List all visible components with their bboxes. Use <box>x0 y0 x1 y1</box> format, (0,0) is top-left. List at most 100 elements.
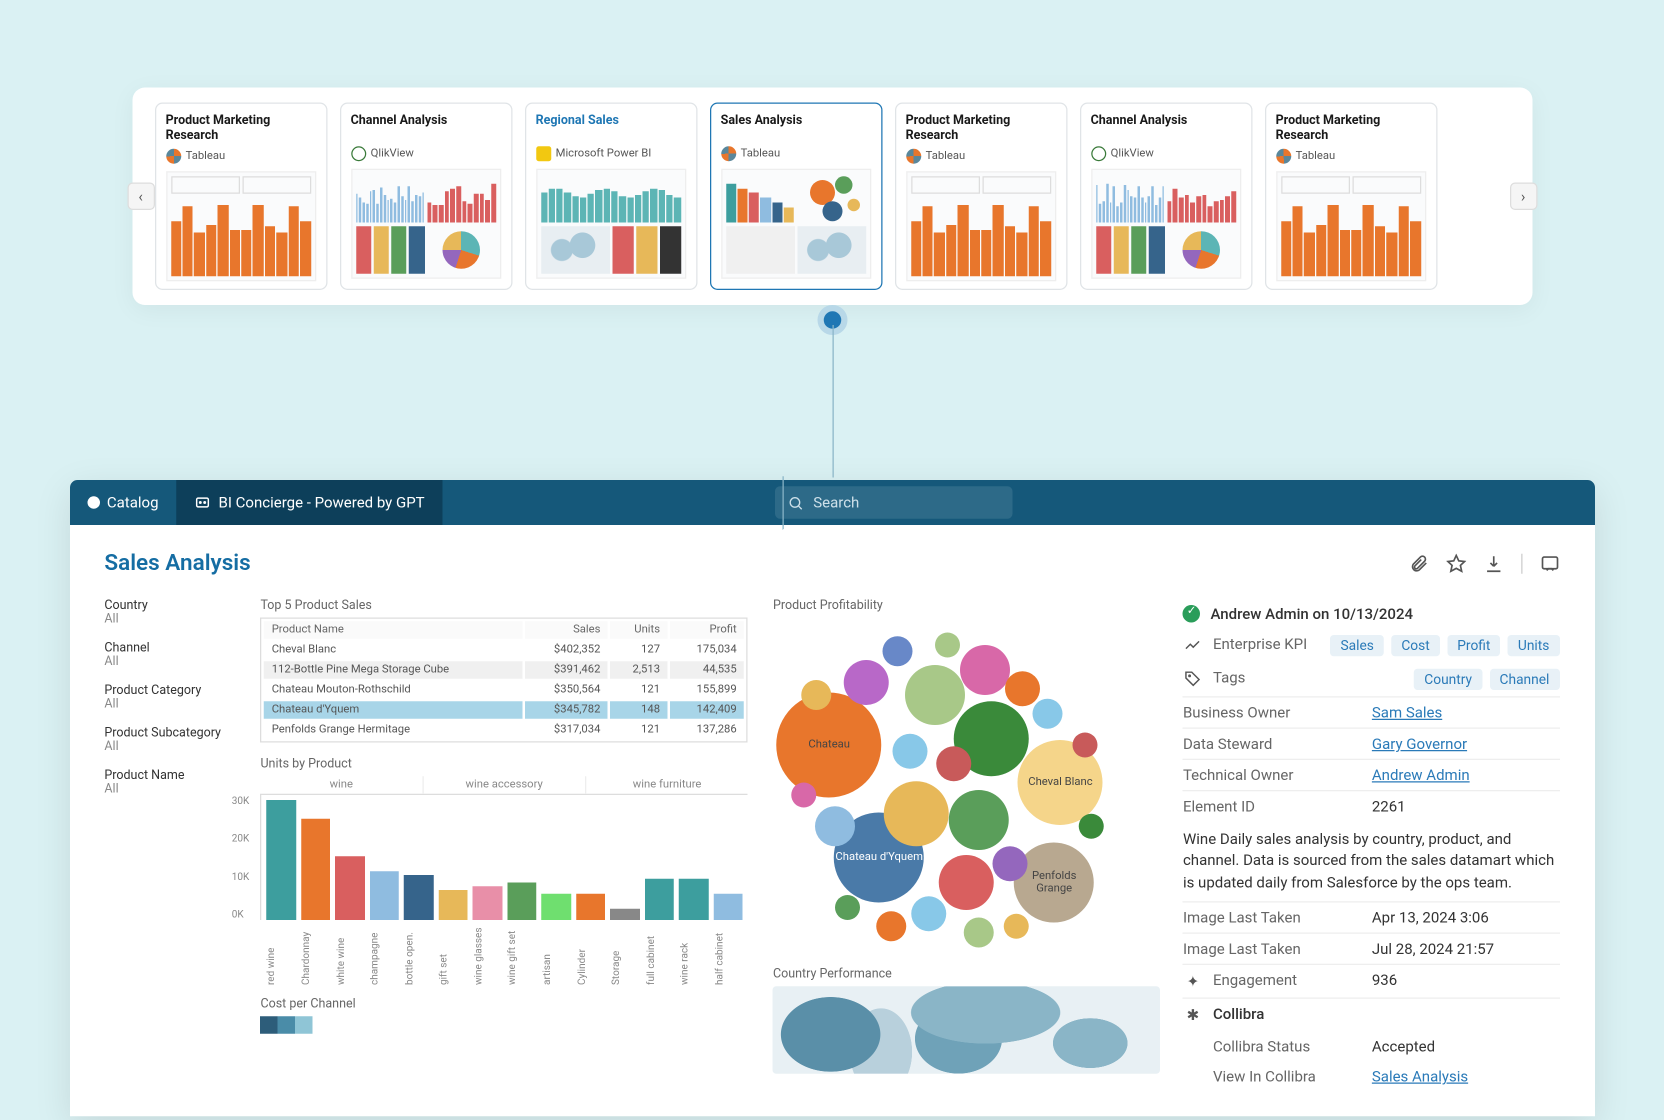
bubble: Chateau <box>777 693 882 798</box>
meta-value: 2261 <box>1372 798 1560 816</box>
kpi-label: Enterprise KPI <box>1213 635 1321 653</box>
kpi-pill[interactable]: Cost <box>1391 635 1439 656</box>
filter-value: All <box>104 698 238 712</box>
bar <box>267 800 296 920</box>
nav-catalog-label: Catalog <box>107 494 159 512</box>
bar <box>645 879 674 920</box>
table-row[interactable]: Chateau Mouton-Rothschild$350,564121155,… <box>264 681 744 699</box>
tag-pill[interactable]: Channel <box>1490 669 1560 690</box>
table-row[interactable]: Penfolds Grange Hermitage$317,034121137,… <box>264 721 744 739</box>
taken1-label: Image Last Taken <box>1183 909 1362 927</box>
table-row[interactable]: 112-Bottle Pine Mega Storage Cube$391,46… <box>264 661 744 679</box>
page-actions <box>1408 553 1559 573</box>
table-row[interactable]: Chateau d'Yquem$345,782148142,409 <box>264 701 744 719</box>
bar <box>714 894 743 920</box>
meta-value[interactable]: Sam Sales <box>1372 704 1560 722</box>
bar-x-label: gift set <box>438 923 467 986</box>
card-title: Sales Analysis <box>721 114 871 142</box>
filter-value: All <box>104 783 238 797</box>
bar <box>370 871 399 920</box>
bubble <box>884 781 949 846</box>
engagement-icon: ✦ <box>1183 971 1203 991</box>
download-icon[interactable] <box>1483 553 1503 573</box>
meta-label: Data Steward <box>1183 735 1362 753</box>
taken2-label: Image Last Taken <box>1183 940 1362 958</box>
taken2-value: Jul 28, 2024 21:57 <box>1372 940 1560 958</box>
filter-label: Country <box>104 599 238 613</box>
table-row[interactable]: Cheval Blanc$402,352127175,034 <box>264 641 744 659</box>
divider <box>1521 553 1522 573</box>
filter-group[interactable]: Product SubcategoryAll <box>104 726 238 754</box>
bar <box>473 886 502 920</box>
filter-value: All <box>104 655 238 669</box>
cost-title: Cost per Channel <box>260 998 748 1012</box>
tool-icon <box>351 146 366 161</box>
meta-value[interactable]: Gary Governor <box>1372 735 1560 753</box>
filter-group[interactable]: CountryAll <box>104 599 238 627</box>
filter-group[interactable]: ChannelAll <box>104 641 238 669</box>
tag-pill[interactable]: Country <box>1414 669 1482 690</box>
filter-value: All <box>104 740 238 754</box>
tool-icon <box>906 149 921 164</box>
filter-group[interactable]: Product NameAll <box>104 769 238 797</box>
table-header: Sales <box>525 621 608 639</box>
carousel-card[interactable]: Product Marketing Research Tableau <box>1264 103 1437 291</box>
bar-x-label: full cabinet <box>645 923 674 986</box>
carousel-next[interactable]: › <box>1509 183 1537 211</box>
carousel-prev[interactable]: ‹ <box>127 183 155 211</box>
collibra-status-label: Collibra Status <box>1213 1038 1362 1056</box>
meta-value[interactable]: Andrew Admin <box>1372 766 1560 784</box>
star-icon[interactable] <box>1446 553 1466 573</box>
nav-catalog[interactable]: Catalog <box>69 480 176 525</box>
meta-label: Element ID <box>1183 798 1362 816</box>
bubble <box>964 918 994 948</box>
bar <box>335 856 364 920</box>
bubble <box>949 790 1009 850</box>
concierge-icon <box>193 494 211 512</box>
filter-group[interactable]: Product CategoryAll <box>104 684 238 712</box>
bar <box>301 819 330 920</box>
carousel-card[interactable]: Product Marketing Research Tableau <box>154 103 327 291</box>
bubble <box>960 645 1010 695</box>
card-tool: QlikView <box>1091 146 1241 161</box>
page-title: Sales Analysis <box>104 550 250 576</box>
connector-line <box>832 325 833 478</box>
filter-label: Channel <box>104 641 238 655</box>
nav-concierge[interactable]: BI Concierge - Powered by GPT <box>176 480 442 525</box>
collibra-label: Collibra <box>1213 1005 1264 1023</box>
card-title: Channel Analysis <box>351 114 501 142</box>
bar <box>610 909 639 920</box>
bubble <box>1073 733 1098 758</box>
bubble <box>935 633 960 658</box>
carousel-card[interactable]: Product Marketing Research Tableau <box>894 103 1067 291</box>
view-collibra-link[interactable]: Sales Analysis <box>1372 1068 1560 1086</box>
kpi-pill[interactable]: Profit <box>1447 635 1500 656</box>
bar-x-label: champagne <box>369 923 398 986</box>
top5-title: Top 5 Product Sales <box>260 599 748 613</box>
bubble <box>939 855 994 910</box>
bar-x-label: Chardonnay <box>300 923 329 986</box>
bar-x-label: wine glasses <box>472 923 501 986</box>
bar-x-label: wine rack <box>679 923 708 986</box>
carousel-card[interactable]: Sales Analysis Tableau <box>709 103 882 291</box>
chat-icon[interactable] <box>1539 553 1559 573</box>
carousel-card[interactable]: Channel Analysis QlikView <box>339 103 512 291</box>
bar-group-label: wine accessory <box>422 776 585 794</box>
bubble <box>792 783 817 808</box>
bar-x-label: red wine <box>265 923 294 986</box>
bar <box>507 883 536 921</box>
attachment-icon[interactable] <box>1408 553 1428 573</box>
kpi-pill[interactable]: Units <box>1508 635 1559 656</box>
card-tool: Tableau <box>906 149 1056 164</box>
kpi-pill[interactable]: Sales <box>1330 635 1383 656</box>
bar-x-label: Cylinder <box>576 923 605 986</box>
kpi-icon <box>1183 635 1203 655</box>
author-line: Andrew Admin on 10/13/2024 <box>1210 605 1413 623</box>
units-title: Units by Product <box>260 758 748 772</box>
app-window: Catalog BI Concierge - Powered by GPT Se… <box>69 480 1594 1116</box>
carousel-card[interactable]: Channel Analysis QlikView <box>1079 103 1252 291</box>
carousel-card[interactable]: Regional Sales Microsoft Power BI <box>524 103 697 291</box>
tool-icon <box>721 146 736 161</box>
tags-icon <box>1183 669 1203 689</box>
cost-per-channel: Cost per Channel <box>260 998 748 1034</box>
